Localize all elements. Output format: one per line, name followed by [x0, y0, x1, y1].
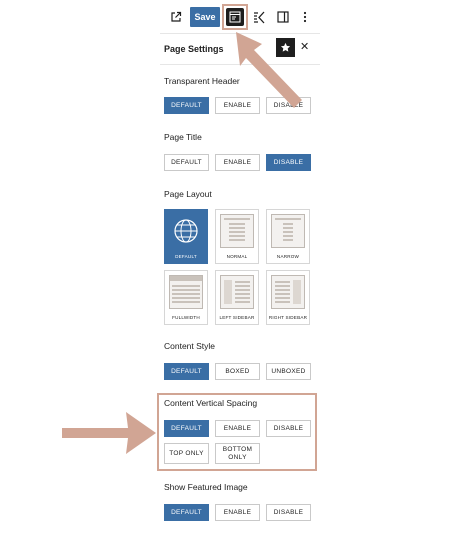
content-style-boxed-button[interactable]: BOXED — [215, 363, 260, 380]
page-settings-icon — [226, 8, 244, 26]
content-style-default-button[interactable]: DEFAULT — [164, 363, 209, 380]
right-sidebar-layout-icon — [271, 275, 305, 309]
external-link-icon[interactable] — [167, 8, 185, 26]
more-options-icon[interactable] — [298, 8, 312, 26]
layout-normal-option[interactable]: NORMAL — [215, 209, 259, 264]
content-vertical-spacing-label: Content Vertical Spacing — [164, 398, 258, 408]
layout-fullwidth-caption: FULLWIDTH — [172, 315, 200, 320]
layout-right-sidebar-caption: RIGHT SIDEBAR — [268, 315, 308, 320]
vertical-spacing-disable-button[interactable]: DISABLE — [266, 420, 311, 437]
save-button[interactable]: Save — [190, 7, 220, 27]
vertical-spacing-bottom-only-button[interactable]: BOTTOM ONLY — [215, 443, 260, 464]
sidebar-toggle-icon[interactable] — [274, 8, 292, 26]
vertical-spacing-bottom-only-label: BOTTOM ONLY — [222, 446, 253, 461]
page-title-enable-button[interactable]: ENABLE — [215, 154, 260, 171]
page-settings-toggle-button[interactable] — [222, 4, 248, 30]
page-title-label: Page Title — [164, 132, 202, 142]
layout-left-sidebar-option[interactable]: LEFT SIDEBAR — [215, 270, 259, 325]
transparent-header-default-button[interactable]: DEFAULT — [164, 97, 209, 114]
content-style-unboxed-button[interactable]: UNBOXED — [266, 363, 311, 380]
narrow-layout-icon — [271, 214, 305, 248]
annotation-arrow-up — [236, 32, 302, 108]
layout-default-option[interactable]: DEFAULT — [164, 209, 208, 264]
show-featured-image-label: Show Featured Image — [164, 482, 248, 492]
content-style-label: Content Style — [164, 341, 216, 351]
layout-narrow-option[interactable]: NARROW — [266, 209, 310, 264]
page-title-disable-button[interactable]: DISABLE — [266, 154, 311, 171]
vertical-spacing-enable-button[interactable]: ENABLE — [215, 420, 260, 437]
page-layout-label: Page Layout — [164, 189, 212, 199]
annotation-arrow-right — [62, 412, 156, 454]
layout-default-caption: DEFAULT — [175, 254, 197, 259]
layout-fullwidth-option[interactable]: FULLWIDTH — [164, 270, 208, 325]
featured-image-default-button[interactable]: DEFAULT — [164, 504, 209, 521]
vertical-spacing-default-button[interactable]: DEFAULT — [164, 420, 209, 437]
featured-image-disable-button[interactable]: DISABLE — [266, 504, 311, 521]
featured-image-enable-button[interactable]: ENABLE — [215, 504, 260, 521]
page-title-default-button[interactable]: DEFAULT — [164, 154, 209, 171]
layout-narrow-caption: NARROW — [276, 254, 300, 259]
spectra-icon[interactable] — [250, 8, 268, 26]
left-sidebar-layout-icon — [220, 275, 254, 309]
layout-normal-caption: NORMAL — [226, 254, 248, 259]
globe-icon — [169, 214, 203, 248]
panel-title: Page Settings — [164, 44, 224, 54]
layout-right-sidebar-option[interactable]: RIGHT SIDEBAR — [266, 270, 310, 325]
layout-left-sidebar-caption: LEFT SIDEBAR — [219, 315, 255, 320]
vertical-spacing-top-only-button[interactable]: TOP ONLY — [164, 443, 209, 464]
normal-layout-icon — [220, 214, 254, 248]
fullwidth-layout-icon — [169, 275, 203, 309]
